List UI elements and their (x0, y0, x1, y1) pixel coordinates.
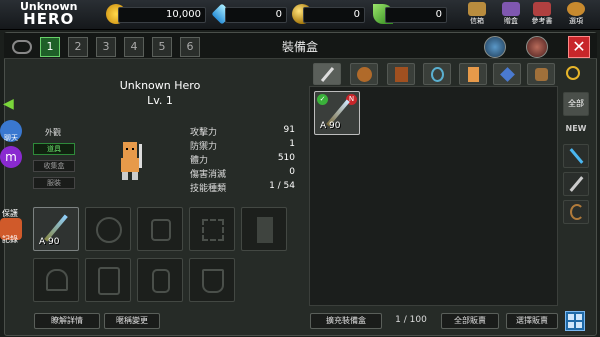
glove-icon (152, 269, 170, 293)
filter-new[interactable]: NEW (563, 118, 589, 142)
logo-text-bottom: HERO (23, 10, 75, 28)
helmet-icon (46, 269, 68, 291)
gift-button[interactable]: 贈盒 (497, 2, 525, 28)
sell-all-button[interactable]: 全部販賣 (441, 313, 499, 329)
key-counter: 0 (303, 7, 365, 23)
stat-attack: 攻擊力 91 (190, 125, 295, 138)
filter-all[interactable]: 全部 (563, 92, 589, 116)
equip-slot-helmet[interactable] (33, 258, 79, 302)
amulet-icon (151, 219, 171, 241)
expand-inventory-button[interactable]: 擴充裝備盒 (310, 313, 382, 329)
reference-button[interactable]: 參考書 (528, 2, 556, 28)
link-icon[interactable] (12, 40, 32, 54)
equipped-check-icon: ✓ (317, 94, 328, 105)
filter-sword[interactable] (563, 172, 589, 196)
appearance-collection-button[interactable]: 收集盒 (33, 160, 75, 172)
appearance-costume-button[interactable]: 服裝 (33, 177, 75, 189)
stat-skill-types: 技能種類 1 / 54 (190, 181, 295, 194)
stat-hp: 體力 510 (190, 153, 295, 166)
inventory-item-sword[interactable]: ✓ N A 90 (314, 91, 360, 135)
inventory-count: 1 / 100 (395, 315, 427, 325)
equip-slot-weapon[interactable]: A 90 (33, 207, 79, 251)
gear-icon (567, 2, 585, 16)
scroll-icon[interactable] (526, 36, 548, 58)
category-tab-bag[interactable] (527, 63, 555, 85)
appearance-title: 外觀 (45, 128, 61, 137)
sword-icon (569, 176, 584, 192)
panel-title: 裝備盒 (281, 40, 318, 54)
hero-name: Unknown Hero (119, 79, 201, 92)
equip-slot-costume[interactable] (241, 207, 287, 251)
shield-icon (357, 67, 372, 82)
armor-icon (98, 267, 120, 295)
options-button[interactable]: 選項 (562, 2, 590, 28)
preset-tab-3[interactable]: 3 (96, 37, 116, 57)
equip-slot-gloves[interactable] (137, 258, 183, 302)
equip-slot-gear[interactable] (189, 207, 235, 251)
armor-icon (395, 67, 408, 82)
equip-slot-armor[interactable] (85, 258, 131, 302)
category-tab-amulet[interactable] (423, 63, 451, 85)
top-bar: Unknown HERO 10,000 0 0 0 信箱 贈盒 參考書 選項 (0, 0, 600, 30)
camera-icon[interactable] (484, 36, 506, 58)
gold-counter: 10,000 (118, 7, 206, 23)
close-button[interactable]: ✕ (568, 36, 590, 58)
grid-view-icon[interactable] (565, 311, 585, 331)
hero-level: Lv. 1 (147, 94, 173, 107)
leaf-counter: 0 (385, 7, 447, 23)
record-button[interactable]: 記錄 (2, 234, 18, 245)
sword-icon (320, 67, 335, 82)
mt-icon[interactable]: m (0, 146, 22, 168)
skill-icon (500, 67, 515, 82)
category-tab-shield[interactable] (350, 63, 378, 85)
details-button[interactable]: 瞭解詳情 (34, 313, 100, 329)
category-tab-skill[interactable] (493, 63, 521, 85)
hero-sprite (117, 140, 147, 190)
preset-tab-4[interactable]: 4 (124, 37, 144, 57)
gem-counter: 0 (225, 7, 287, 23)
stat-damage-reduction: 傷害消滅 0 (190, 167, 295, 180)
change-nickname-button[interactable]: 暱稱變更 (104, 313, 160, 329)
appearance-item-button[interactable]: 道具 (33, 143, 75, 155)
equip-slot-accessory[interactable] (137, 207, 183, 251)
stat-defense: 防禦力 1 (190, 139, 295, 152)
preset-tab-5[interactable]: 5 (152, 37, 172, 57)
equip-slot-shield[interactable] (85, 207, 131, 251)
bracer-icon (202, 219, 224, 241)
gift-icon (502, 2, 520, 16)
preset-tab-1[interactable]: 1 (40, 37, 60, 57)
filter-spear[interactable] (563, 144, 589, 168)
preset-tab-6[interactable]: 6 (180, 37, 200, 57)
back-arrow-icon[interactable]: ◀ (3, 96, 14, 112)
spear-icon (569, 148, 584, 164)
costume-icon (257, 217, 273, 243)
equip-slot-boots[interactable] (189, 258, 235, 302)
category-tab-armor[interactable] (387, 63, 415, 85)
game-logo: Unknown HERO (20, 1, 77, 28)
preset-tab-2[interactable]: 2 (68, 37, 88, 57)
category-tab-weapon[interactable] (313, 63, 341, 85)
chat-button[interactable]: 聊天 (0, 120, 22, 142)
costume-icon (468, 67, 479, 82)
bow-icon (570, 204, 584, 220)
shield-icon (96, 217, 122, 243)
category-tab-costume[interactable] (459, 63, 487, 85)
mail-button[interactable]: 信箱 (463, 2, 491, 28)
boots-icon (202, 269, 224, 293)
search-icon[interactable] (566, 66, 580, 80)
book-icon (533, 2, 551, 16)
sell-selected-button[interactable]: 選擇販賣 (506, 313, 558, 329)
bag-icon (535, 68, 548, 81)
filter-bow[interactable] (563, 200, 589, 224)
mail-icon (468, 2, 486, 16)
inventory-grid: ✓ N A 90 (309, 86, 558, 306)
amulet-icon (431, 67, 444, 82)
